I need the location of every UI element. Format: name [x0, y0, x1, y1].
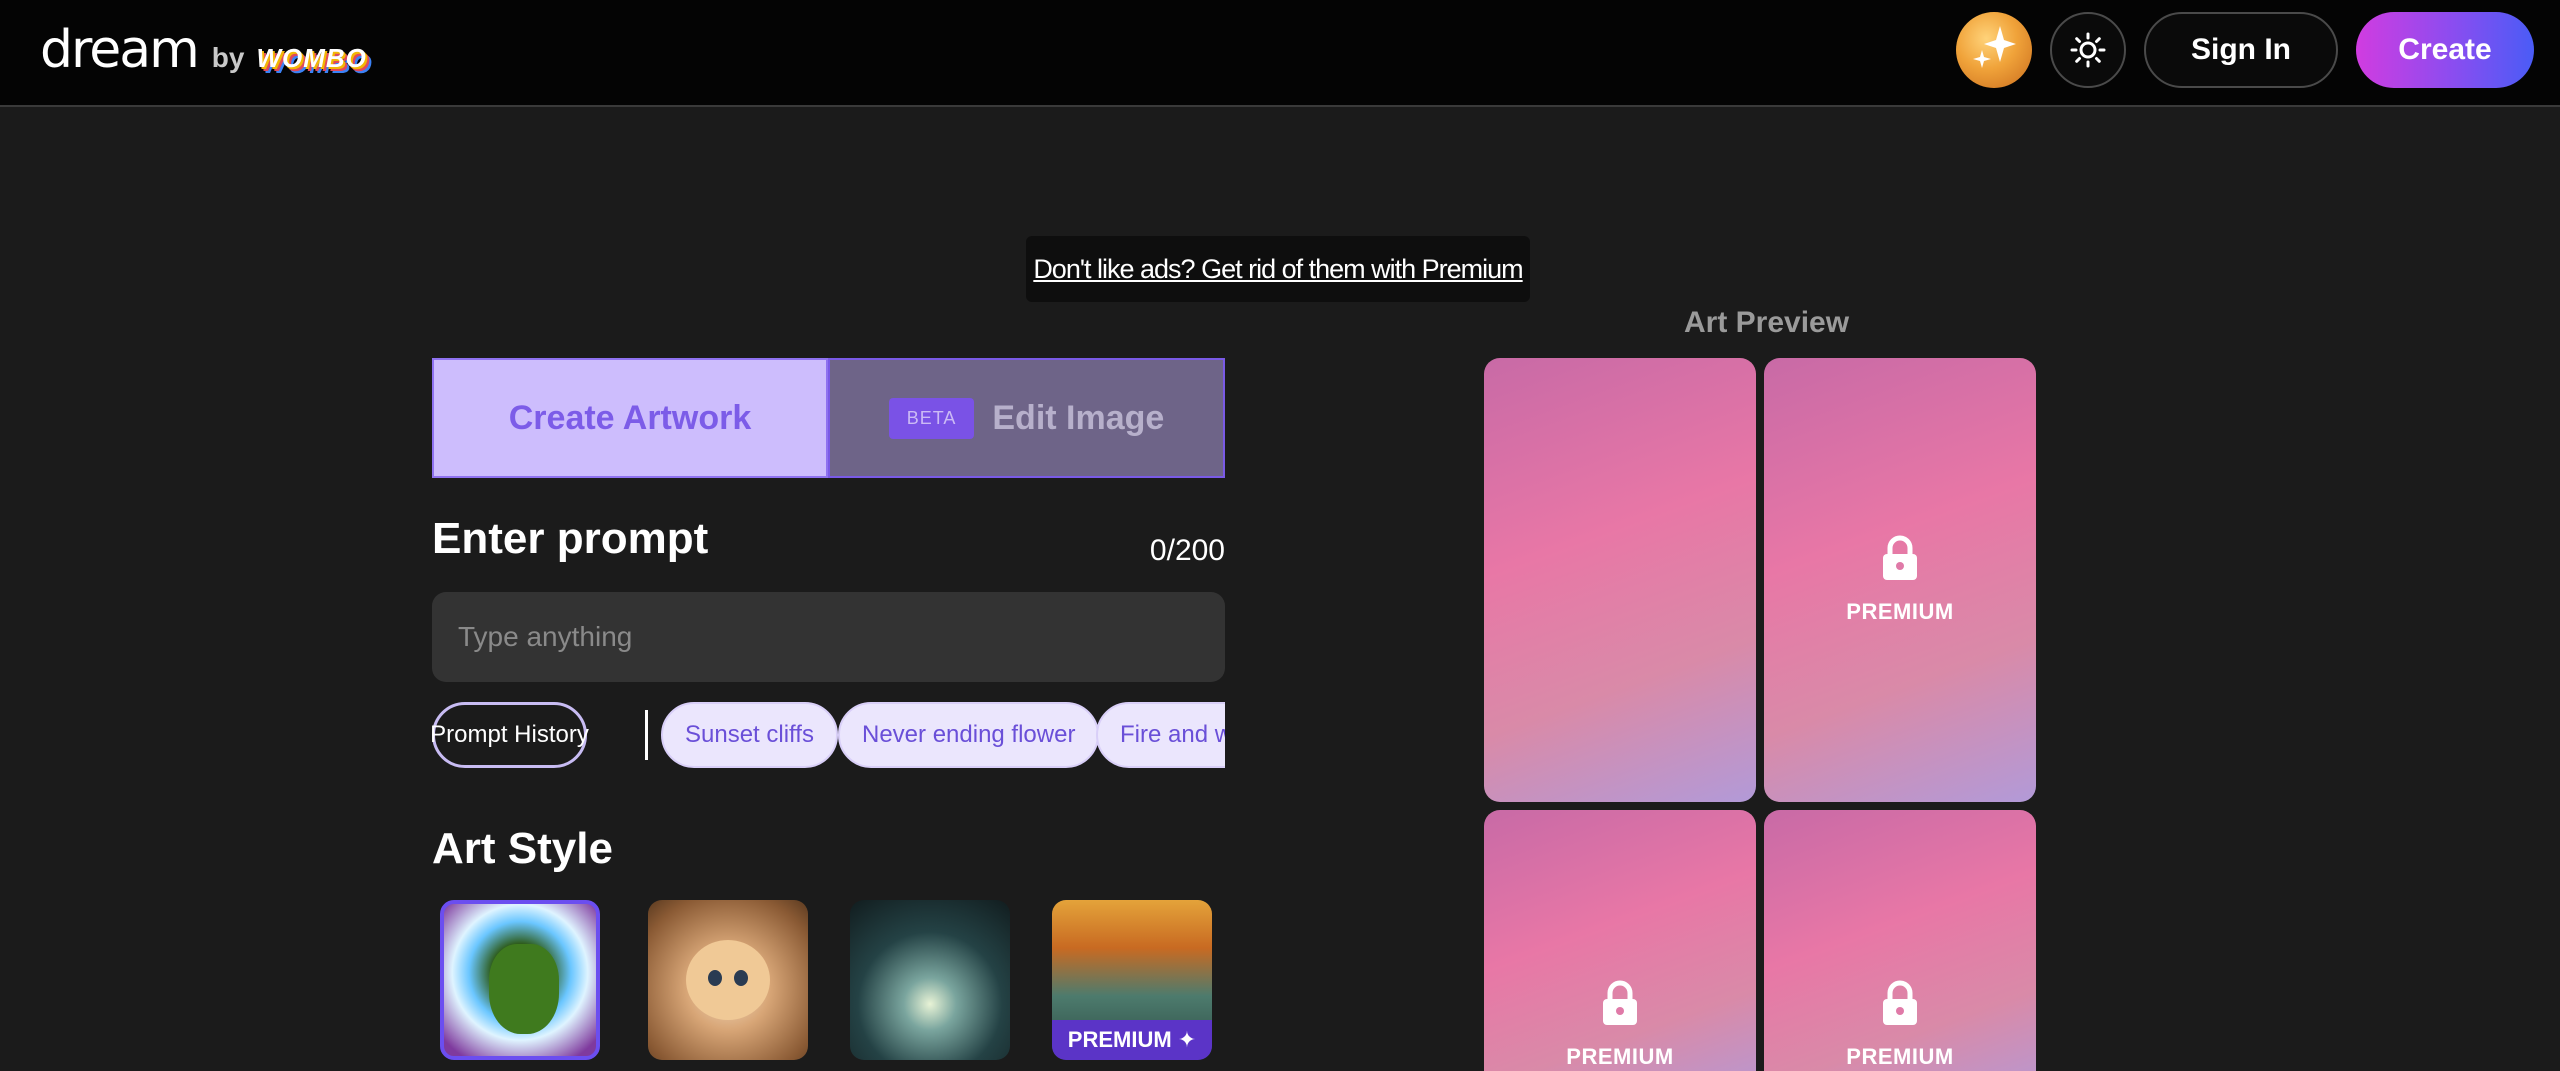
- chip-divider: [645, 710, 648, 760]
- beta-badge: BETA: [888, 397, 975, 439]
- kitten-eye: [734, 970, 748, 986]
- prompt-history-button[interactable]: Prompt History: [432, 702, 589, 768]
- prompt-char-counter: 0/200: [1149, 534, 1225, 567]
- lock-icon: [1883, 535, 1917, 580]
- suggestion-chip[interactable]: Never ending flower: [838, 702, 1100, 768]
- create-button[interactable]: Create: [2356, 12, 2534, 88]
- premium-tag: PREMIUM ✦: [1052, 1020, 1212, 1060]
- art-preview-heading: Art Preview: [1684, 306, 1850, 339]
- dream-logo[interactable]: dream by WOMBO: [40, 20, 367, 80]
- kitten-eye: [708, 970, 722, 986]
- tab-edit-image[interactable]: BETA Edit Image: [828, 358, 1225, 478]
- art-preview-card-locked[interactable]: PREMIUM: [1484, 810, 1756, 1071]
- sun-icon: [2070, 32, 2106, 68]
- art-preview-card-locked[interactable]: PREMIUM: [1764, 358, 2036, 802]
- premium-sparkle-button[interactable]: [1956, 12, 2032, 88]
- suggestion-chip[interactable]: Fire and w: [1096, 702, 1225, 768]
- art-preview-card[interactable]: [1484, 358, 1756, 802]
- tab-create-artwork[interactable]: Create Artwork: [432, 358, 828, 478]
- top-header: dream by WOMBO Sign In Create: [0, 0, 2560, 107]
- art-style-option[interactable]: [850, 900, 1010, 1060]
- premium-label: PREMIUM: [1566, 1044, 1674, 1069]
- premium-label: PREMIUM: [1846, 599, 1954, 624]
- lock-wrap: PREMIUM: [1484, 980, 1756, 1070]
- lock-wrap: PREMIUM: [1764, 980, 2036, 1070]
- premium-label: PREMIUM: [1846, 1044, 1954, 1069]
- art-style-option[interactable]: [440, 900, 600, 1060]
- wombo-logo: WOMBO: [256, 43, 367, 73]
- art-style-heading: Art Style: [432, 824, 613, 873]
- logo-dream-text: dream: [40, 20, 200, 80]
- lock-icon: [1603, 980, 1637, 1025]
- art-style-option[interactable]: [648, 900, 808, 1060]
- lock-icon: [1883, 980, 1917, 1025]
- logo-by-text: by: [211, 42, 245, 73]
- art-style-option-premium[interactable]: PREMIUM ✦: [1052, 900, 1212, 1060]
- tab-edit-image-label: Edit Image: [992, 398, 1165, 437]
- prompt-input[interactable]: [432, 592, 1225, 682]
- remove-ads-banner: Don't like ads? Get rid of them with Pre…: [1026, 236, 1530, 302]
- prompt-heading: Enter prompt: [432, 514, 709, 563]
- suggestion-chip[interactable]: Sunset cliffs: [661, 702, 838, 768]
- style-preview-image: [489, 944, 559, 1034]
- prompt-suggestions: Prompt History Sunset cliffs Never endin…: [432, 700, 1225, 770]
- sign-in-button[interactable]: Sign In: [2144, 12, 2338, 88]
- theme-toggle-button[interactable]: [2050, 12, 2126, 88]
- art-preview-card-locked[interactable]: PREMIUM: [1764, 810, 2036, 1071]
- remove-ads-link[interactable]: Don't like ads? Get rid of them with Pre…: [1033, 254, 1523, 285]
- style-preview-image: [686, 940, 770, 1020]
- sparkle-icon: [1973, 26, 2016, 68]
